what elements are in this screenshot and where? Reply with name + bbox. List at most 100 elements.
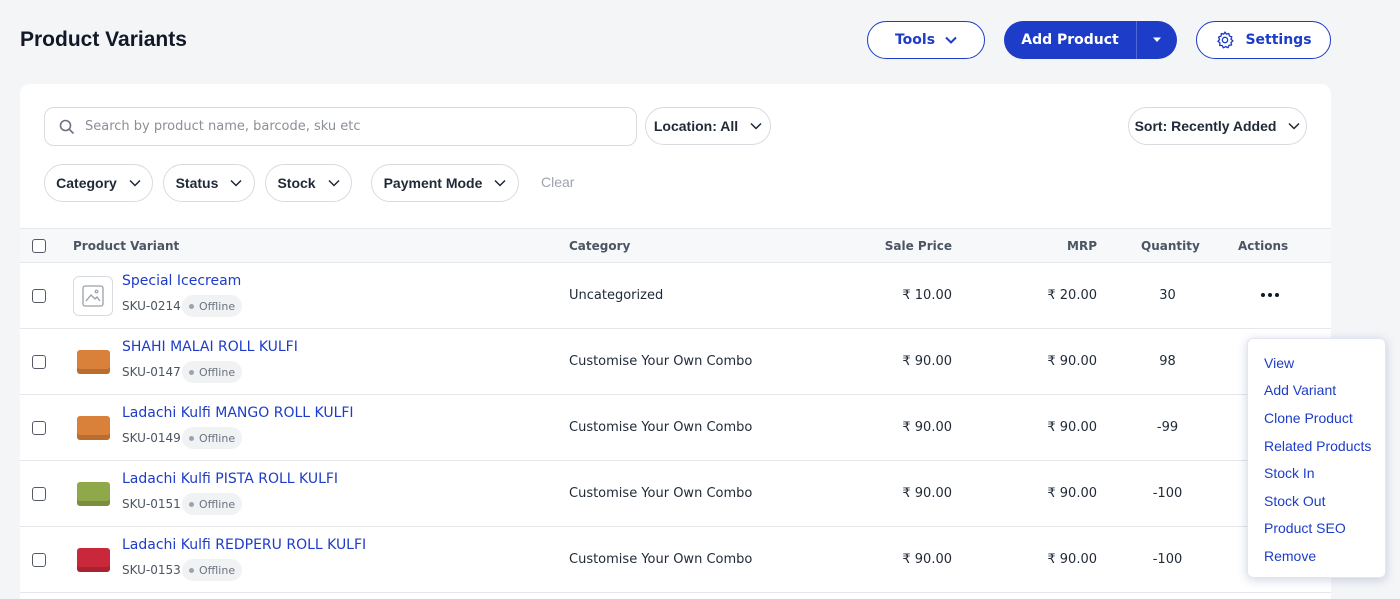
status-text: Offline — [199, 365, 236, 379]
product-name-link[interactable]: Ladachi Kulfi REDPERU ROLL KULFI — [122, 537, 366, 553]
sku-text: SKU-0214 — [122, 299, 181, 313]
chevron-down-icon — [230, 179, 242, 187]
quantity-cell: -99 — [1156, 420, 1179, 435]
header-category: Category — [569, 239, 631, 253]
product-name-link[interactable]: Ladachi Kulfi PISTA ROLL KULFI — [122, 471, 338, 487]
page-title: Product Variants — [20, 28, 187, 51]
stock-filter-label: Stock — [277, 175, 316, 191]
status-filter[interactable]: Status — [163, 164, 255, 202]
sku-text: SKU-0151 — [122, 497, 181, 511]
quantity-cell: -100 — [1152, 552, 1183, 567]
table-row: SHAHI MALAI ROLL KULFI SKU-0147 Offline Cus… — [20, 329, 1331, 395]
category-cell: Customise Your Own Combo — [569, 354, 753, 369]
mrp-cell: ₹ 90.00 — [1047, 420, 1097, 435]
status-text: Offline — [199, 299, 236, 313]
settings-label: Settings — [1245, 32, 1312, 48]
chevron-down-icon — [328, 179, 340, 187]
category-cell: Uncategorized — [569, 288, 664, 303]
sale-price-cell: ₹ 10.00 — [902, 288, 952, 303]
menu-item-add-variant[interactable]: Add Variant — [1264, 382, 1336, 398]
sale-price-cell: ₹ 90.00 — [902, 420, 952, 435]
menu-item-view[interactable]: View — [1264, 355, 1294, 371]
sale-price-cell: ₹ 90.00 — [902, 354, 952, 369]
chevron-down-icon — [1288, 122, 1300, 130]
gear-icon — [1217, 31, 1235, 49]
sku-text: SKU-0147 — [122, 365, 181, 379]
status-dot-icon — [189, 303, 194, 309]
status-text: Offline — [199, 563, 236, 577]
row-actions-menu: View Add Variant Clone Product Related P… — [1247, 338, 1386, 578]
product-thumbnail — [73, 342, 113, 382]
menu-item-remove[interactable]: Remove — [1264, 548, 1316, 564]
table-row: Ladachi Kulfi PISTA ROLL KULFI SKU-0151 Of… — [20, 461, 1331, 527]
sku-text: SKU-0153 — [122, 563, 181, 577]
search-input[interactable] — [85, 119, 636, 134]
status-dot-icon — [189, 435, 194, 441]
variants-card: Location: All Sort: Recently Added Categ… — [20, 84, 1331, 599]
placeholder-image-icon — [73, 276, 113, 316]
status-dot-icon — [189, 369, 194, 375]
row-checkbox[interactable] — [32, 487, 46, 501]
location-filter[interactable]: Location: All — [645, 107, 771, 145]
status-badge: Offline — [182, 493, 243, 515]
chevron-down-icon — [945, 36, 957, 44]
chevron-down-icon — [129, 179, 141, 187]
search-box[interactable] — [44, 107, 637, 146]
add-product-dropdown[interactable] — [1137, 21, 1177, 59]
mrp-cell: ₹ 90.00 — [1047, 552, 1097, 567]
product-name-link[interactable]: SHAHI MALAI ROLL KULFI — [122, 339, 298, 355]
row-checkbox[interactable] — [32, 553, 46, 567]
clear-filters-button[interactable]: Clear — [541, 174, 574, 190]
sale-price-cell: ₹ 90.00 — [902, 486, 952, 501]
status-filter-label: Status — [175, 175, 219, 191]
sale-price-cell: ₹ 90.00 — [902, 552, 952, 567]
table-header: Product Variant Category Sale Price MRP … — [20, 228, 1331, 263]
product-name-link[interactable]: Ladachi Kulfi MANGO ROLL KULFI — [122, 405, 354, 421]
chevron-down-icon — [494, 179, 506, 187]
product-name-link[interactable]: Special Icecream — [122, 273, 241, 289]
table-row: Ladachi Kulfi REDPERU ROLL KULFI SKU-0153… — [20, 527, 1331, 593]
caret-down-icon — [1153, 37, 1161, 42]
category-filter-label: Category — [56, 175, 117, 191]
header-sale-price: Sale Price — [884, 239, 952, 253]
sku-text: SKU-0149 — [122, 431, 181, 445]
header-product-variant: Product Variant — [73, 239, 180, 253]
product-thumbnail — [73, 474, 113, 514]
status-dot-icon — [189, 501, 194, 507]
category-filter[interactable]: Category — [44, 164, 153, 202]
location-filter-label: Location: All — [653, 118, 739, 134]
chevron-down-icon — [750, 122, 762, 130]
row-checkbox[interactable] — [32, 421, 46, 435]
more-actions-icon[interactable] — [1256, 283, 1284, 307]
menu-item-stock-in[interactable]: Stock In — [1264, 465, 1315, 481]
add-product-button[interactable]: Add Product — [1004, 21, 1177, 59]
category-cell: Customise Your Own Combo — [569, 420, 753, 435]
quantity-cell: 98 — [1159, 354, 1176, 369]
product-thumbnail — [73, 540, 113, 580]
row-checkbox[interactable] — [32, 289, 46, 303]
quantity-cell: -100 — [1152, 486, 1183, 501]
menu-item-stock-out[interactable]: Stock Out — [1264, 493, 1325, 509]
mrp-cell: ₹ 90.00 — [1047, 486, 1097, 501]
payment-mode-filter-label: Payment Mode — [383, 175, 483, 191]
menu-item-clone-product[interactable]: Clone Product — [1264, 410, 1353, 426]
table-row: Ladachi Kulfi MANGO ROLL KULFI SKU-0149 Of… — [20, 395, 1331, 461]
mrp-cell: ₹ 20.00 — [1047, 288, 1097, 303]
sort-label: Sort: Recently Added — [1134, 118, 1277, 134]
tools-button[interactable]: Tools — [867, 21, 985, 59]
select-all-checkbox[interactable] — [32, 239, 46, 253]
tools-label: Tools — [894, 32, 936, 48]
status-badge: Offline — [182, 295, 243, 317]
mrp-cell: ₹ 90.00 — [1047, 354, 1097, 369]
table-row: Special Icecream SKU-0214 Offline Uncategor… — [20, 263, 1331, 329]
row-checkbox[interactable] — [32, 355, 46, 369]
payment-mode-filter[interactable]: Payment Mode — [371, 164, 519, 202]
menu-item-product-seo[interactable]: Product SEO — [1264, 520, 1346, 536]
add-product-main[interactable]: Add Product — [1004, 21, 1137, 59]
search-icon — [59, 119, 75, 134]
settings-button[interactable]: Settings — [1196, 21, 1331, 59]
sort-dropdown[interactable]: Sort: Recently Added — [1128, 107, 1307, 145]
status-badge: Offline — [182, 427, 243, 449]
stock-filter[interactable]: Stock — [265, 164, 352, 202]
menu-item-related-products[interactable]: Related Products — [1264, 438, 1371, 454]
